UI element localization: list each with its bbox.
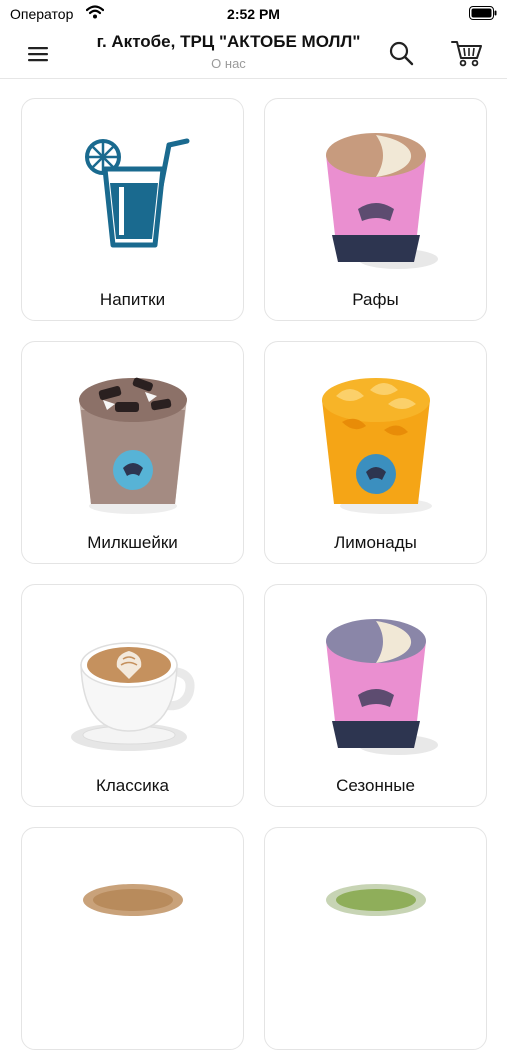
raf-cup-image: [265, 127, 486, 297]
category-label: Сезонные: [336, 776, 415, 795]
category-card-lemonades[interactable]: Лимонады: [264, 341, 487, 564]
status-time: 2:52 PM: [227, 6, 280, 22]
drink-cup-image: [22, 870, 243, 1040]
category-card-partial-left[interactable]: [21, 827, 244, 1050]
cart-icon[interactable]: [450, 37, 484, 69]
about-link[interactable]: О нас: [70, 56, 387, 71]
category-card-raf[interactable]: Рафы: [264, 98, 487, 321]
category-card-seasonal[interactable]: Сезонные: [264, 584, 487, 807]
category-card-classic[interactable]: Классика: [21, 584, 244, 807]
category-card-milkshakes[interactable]: Милкшейки: [21, 341, 244, 564]
category-card-partial-right[interactable]: [264, 827, 487, 1050]
drink-glass-icon: [22, 127, 243, 297]
battery-icon: [469, 6, 497, 23]
status-bar: Оператор 2:52 PM: [0, 0, 507, 28]
category-card-drinks[interactable]: Напитки: [21, 98, 244, 321]
category-label: Классика: [95, 776, 170, 795]
location-selector[interactable]: г. Актобе, ТРЦ "АКТОБЕ МОЛЛ" О нас: [70, 32, 387, 71]
search-icon[interactable]: [386, 38, 416, 68]
category-label: Напитки: [99, 290, 166, 309]
category-label: Рафы: [352, 290, 399, 309]
drink-cup-image: [265, 870, 486, 1040]
location-title[interactable]: г. Актобе, ТРЦ "АКТОБЕ МОЛЛ": [70, 32, 387, 52]
category-label: Милкшейки: [87, 533, 178, 552]
seasonal-cup-image: [265, 613, 486, 783]
hamburger-icon[interactable]: [22, 38, 54, 70]
cappuccino-cup-image: [22, 613, 243, 783]
milkshake-cup-image: [22, 370, 243, 540]
lemonade-cup-image: [265, 370, 486, 540]
category-label: Лимонады: [334, 533, 417, 552]
app-header: г. Актобе, ТРЦ "АКТОБЕ МОЛЛ" О нас: [0, 28, 507, 79]
category-grid: Напитки Рафы Милкшейки Лимонады Классика…: [21, 98, 487, 1050]
